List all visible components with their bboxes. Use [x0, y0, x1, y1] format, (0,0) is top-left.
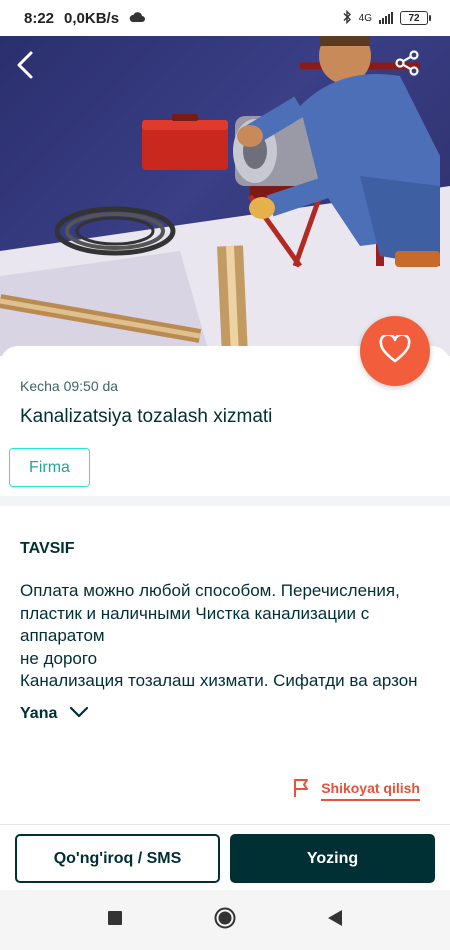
network-speed: 0,0KB/s	[64, 9, 120, 27]
back-button[interactable]	[14, 50, 54, 90]
signal-icon	[379, 12, 393, 24]
battery-level: 72	[408, 12, 420, 24]
chevron-down-icon	[69, 705, 89, 723]
triangle-back-icon	[327, 909, 343, 932]
cloud-icon	[129, 10, 146, 27]
report-link[interactable]: Shikoyat qilish	[293, 778, 420, 803]
status-bar: 8:22 0,0KB/s 4G 72	[0, 0, 450, 36]
write-message-button[interactable]: Yozing	[230, 834, 435, 883]
photo-illustration	[0, 36, 450, 356]
write-message-label: Yozing	[306, 849, 359, 867]
status-right: 4G 72	[342, 9, 431, 27]
description-text: Оплата можно любой способом. Перечислени…	[20, 581, 418, 690]
flag-icon	[293, 778, 311, 803]
listing-date: Kecha 09:50 da	[20, 378, 119, 394]
recent-apps-button[interactable]	[95, 900, 135, 940]
favorite-button[interactable]	[360, 316, 430, 386]
report-label: Shikoyat qilish	[321, 780, 420, 801]
action-bar: Qo'ng'iroq / SMS Yozing	[0, 824, 450, 890]
status-left: 8:22 0,0KB/s	[24, 9, 146, 27]
listing-photo[interactable]	[0, 36, 450, 356]
status-time: 8:22	[24, 9, 55, 27]
share-button[interactable]	[394, 50, 434, 90]
seller-type-badge: Firma	[9, 448, 90, 487]
bluetooth-icon	[342, 9, 352, 27]
square-icon	[107, 910, 123, 931]
system-navigation-bar	[0, 890, 450, 950]
home-button[interactable]	[205, 900, 245, 940]
show-more-label: Yana	[20, 705, 58, 722]
call-sms-button[interactable]: Qo'ng'iroq / SMS	[15, 834, 220, 883]
call-sms-label: Qo'ng'iroq / SMS	[53, 849, 182, 867]
description-heading: TAVSIF	[20, 540, 75, 557]
system-back-button[interactable]	[315, 900, 355, 940]
battery-icon: 72	[400, 11, 431, 25]
circle-icon	[214, 907, 236, 934]
listing-title: Kanalizatsiya tozalash xizmati	[20, 406, 273, 427]
section-divider	[0, 496, 450, 506]
show-more-button[interactable]: Yana	[20, 705, 89, 723]
heart-icon	[379, 332, 411, 368]
network-type: 4G	[358, 12, 372, 24]
